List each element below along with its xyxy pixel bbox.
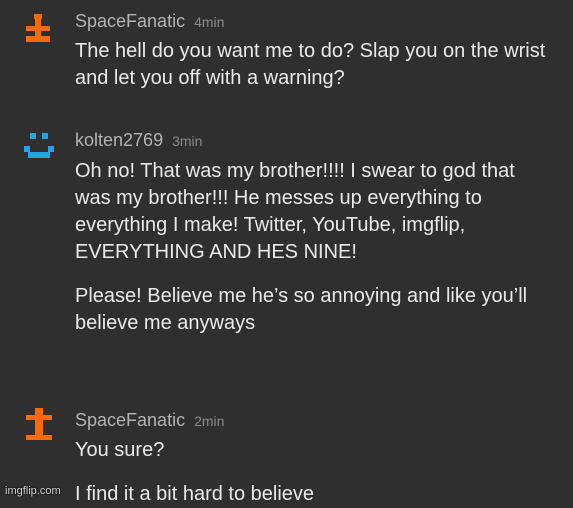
user-avatar[interactable]	[22, 130, 56, 164]
user-avatar[interactable]	[22, 10, 56, 44]
timestamp: 4min	[194, 14, 225, 30]
user-avatar[interactable]	[22, 408, 56, 442]
comment-text: The hell do you want me to do? Slap you …	[75, 40, 546, 89]
comment-text: Please! Believe me he’s so annoying and …	[75, 285, 528, 334]
comment-meta: SpaceFanatic 4min	[75, 11, 224, 32]
timestamp: 2min	[194, 413, 225, 429]
username[interactable]: kolten2769	[75, 130, 163, 150]
comment-meta: kolten2769 3min	[75, 130, 202, 151]
comment-text: I find it a bit hard to believe	[75, 483, 315, 505]
comment-body: The hell do you want me to do? Slap you …	[75, 38, 555, 92]
watermark: imgflip.com	[5, 485, 61, 497]
orange-i-avatar-icon	[26, 14, 50, 42]
comment-text: Oh no! That was my brother!!!! I swear t…	[75, 160, 515, 263]
comment-body: You sure? I find it a bit hard to believ…	[75, 437, 555, 508]
comment-meta: SpaceFanatic 2min	[75, 410, 224, 431]
comment-text: You sure?	[75, 439, 165, 461]
username[interactable]: SpaceFanatic	[75, 410, 185, 430]
username[interactable]: SpaceFanatic	[75, 11, 185, 31]
blue-smiley-avatar-icon	[24, 133, 54, 158]
timestamp: 3min	[172, 133, 203, 149]
comment-body: Oh no! That was my brother!!!! I swear t…	[75, 158, 555, 337]
orange-cross-avatar-icon	[26, 408, 52, 440]
